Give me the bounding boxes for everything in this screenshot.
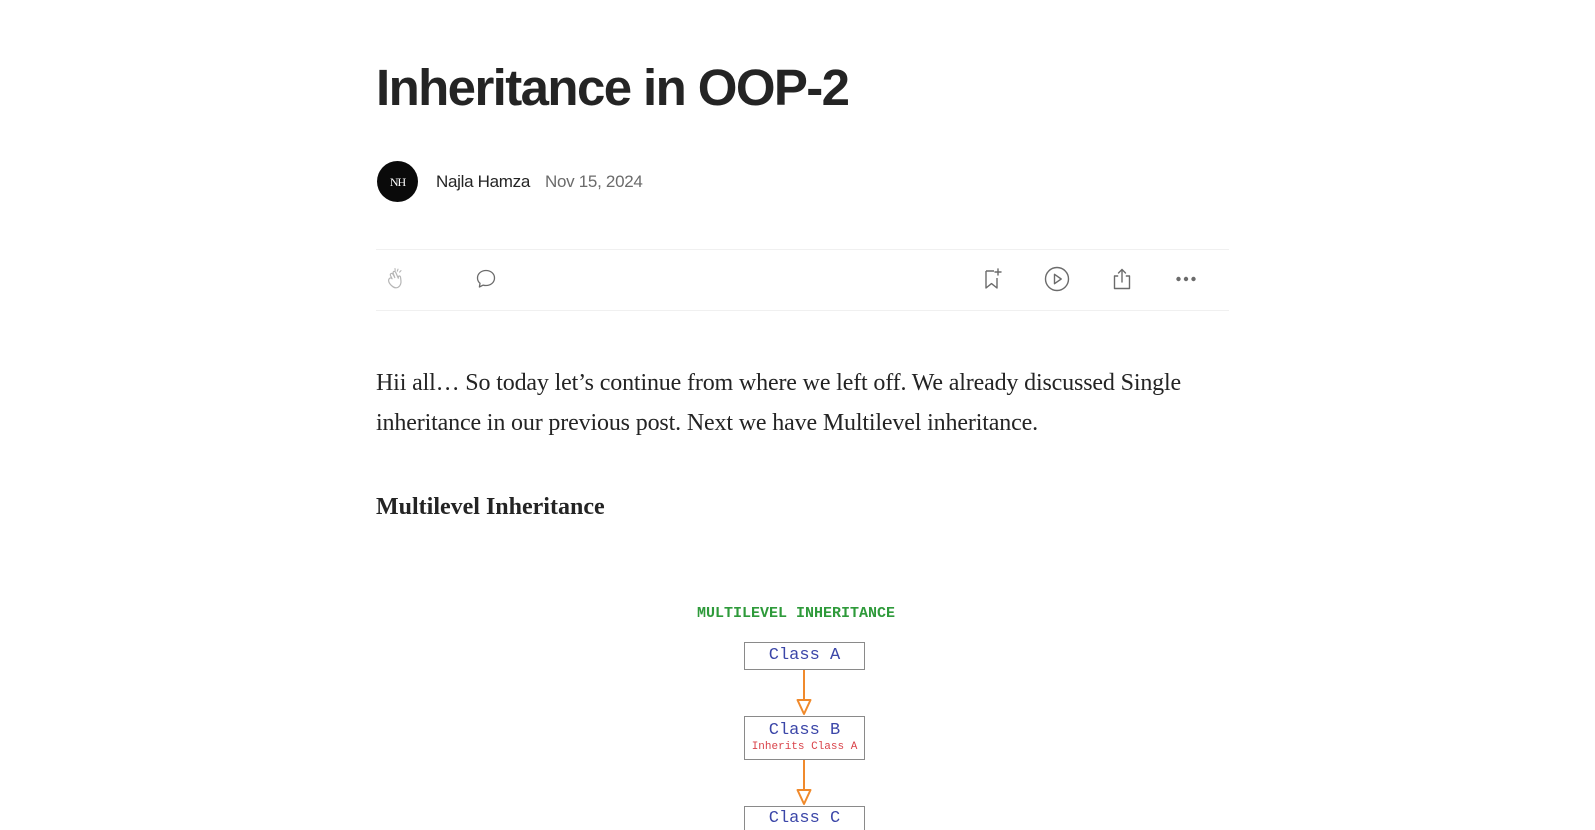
class-a-label: Class A: [768, 646, 841, 665]
class-c-box: Class C: [744, 806, 865, 830]
clap-button[interactable]: [382, 265, 410, 293]
arrow-a-to-b: [796, 670, 812, 715]
article-paragraph: Hii all… So today let’s continue from wh…: [376, 370, 1182, 436]
listen-button[interactable]: [1043, 265, 1071, 293]
publish-date: Nov 15, 2024: [545, 171, 643, 191]
arrow-b-to-c: [796, 760, 812, 805]
class-b-label: Class B: [768, 721, 841, 740]
article-title: Inheritance in OOP-2: [376, 59, 850, 116]
class-b-note: Inherits Class A: [751, 741, 858, 753]
author-name[interactable]: Najla Hamza: [436, 172, 530, 192]
multilevel-inheritance-diagram[interactable]: MULTILEVEL INHERITANCE Class A Class B I…: [676, 596, 916, 830]
play-icon: [1044, 266, 1070, 292]
class-b-box: Class B Inherits Class A: [744, 716, 865, 760]
section-subheading: Multilevel Inheritance: [376, 494, 605, 520]
comment-icon: [476, 269, 496, 288]
class-a-box: Class A: [744, 642, 865, 670]
author-avatar[interactable]: NH: [377, 161, 418, 202]
bookmark-button[interactable]: [978, 265, 1006, 293]
comment-button[interactable]: [472, 265, 500, 293]
class-c-label: Class C: [768, 809, 841, 828]
more-options-button[interactable]: [1172, 265, 1200, 293]
share-button[interactable]: [1108, 265, 1136, 293]
diagram-title: MULTILEVEL INHERITANCE: [696, 605, 896, 622]
byline: NH Najla Hamza Nov 15, 2024: [377, 161, 643, 202]
share-icon: [1113, 268, 1131, 290]
article-action-bar: [376, 249, 1229, 311]
bookmark-add-icon: [985, 268, 1002, 289]
clap-icon: [388, 268, 402, 289]
more-icon: [1176, 276, 1196, 282]
